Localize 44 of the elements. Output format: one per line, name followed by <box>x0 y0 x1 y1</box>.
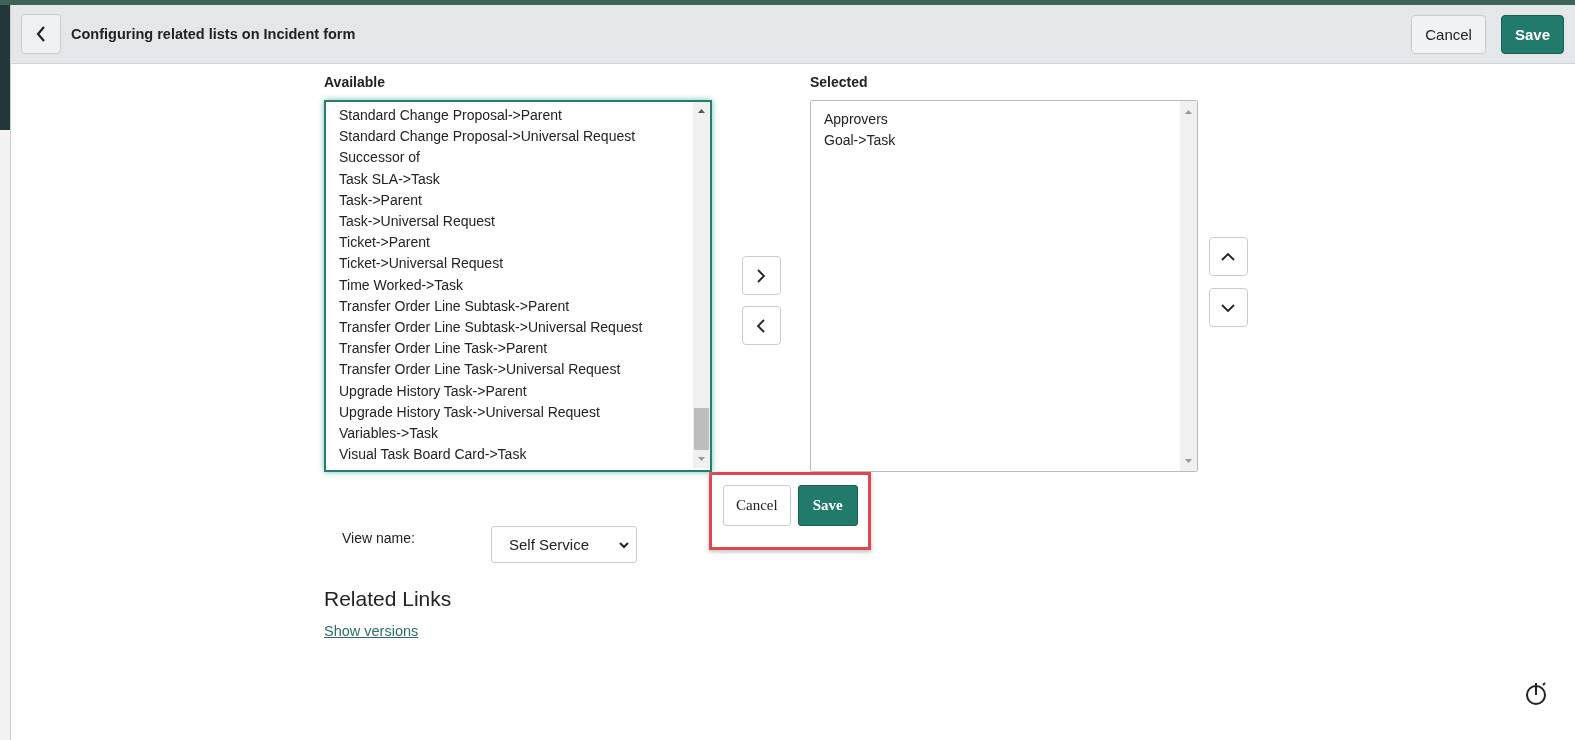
list-option[interactable]: Visual Task Board Card->Task <box>339 444 693 466</box>
list-option[interactable]: Ticket->Parent <box>339 232 693 254</box>
available-list[interactable] <box>324 100 712 472</box>
list-option[interactable]: Transfer Order Line Task->Parent <box>339 338 693 360</box>
stopwatch-icon[interactable] <box>1524 680 1548 706</box>
list-option[interactable]: Standard Change Proposal->Parent <box>339 105 693 127</box>
list-option[interactable]: Goal->Task <box>824 130 1180 152</box>
list-option[interactable]: Time Worked->Task <box>339 274 693 296</box>
list-option[interactable]: Task->Universal Request <box>339 211 693 233</box>
view-name-select[interactable]: Self Service <box>491 526 637 563</box>
show-versions-link[interactable]: Show versions <box>324 623 419 639</box>
cancel-button[interactable]: Cancel <box>723 485 791 526</box>
add-button[interactable] <box>741 256 781 295</box>
move-up-button[interactable] <box>1208 237 1248 276</box>
chevron-down-icon <box>1220 301 1236 314</box>
chevron-down-icon <box>618 540 630 549</box>
list-option[interactable]: Transfer Order Line Subtask->Universal Request <box>339 317 693 339</box>
list-option[interactable]: Upgrade History Task->Parent <box>339 380 693 402</box>
chevron-right-icon <box>755 267 767 284</box>
list-option[interactable]: Upgrade History Task->Universal Request <box>339 401 693 424</box>
list-option[interactable]: Standard Change Proposal->Universal Request <box>339 126 693 148</box>
list-option[interactable]: Approvers <box>824 109 1180 131</box>
list-option[interactable]: Transfer Order Line Subtask->Parent <box>339 295 693 318</box>
remove-button[interactable] <box>741 306 781 345</box>
list-option[interactable]: Transfer Order Line Task->Universal Request <box>339 359 693 381</box>
list-option[interactable]: Variables->Task <box>339 423 693 445</box>
back-button[interactable] <box>21 14 61 54</box>
list-option[interactable]: Task SLA->Task <box>339 168 693 190</box>
list-option[interactable]: Successor of <box>339 147 693 169</box>
view-name-label: View name: <box>342 529 416 548</box>
selected-label: Selected <box>810 74 869 92</box>
chevron-left-icon <box>35 25 47 43</box>
list-option[interactable]: Task->Parent <box>339 189 693 211</box>
move-down-button[interactable] <box>1208 288 1248 327</box>
available-label: Available <box>324 74 386 92</box>
chevron-left-icon <box>755 317 767 334</box>
list-option[interactable]: Ticket->Universal Request <box>339 253 693 275</box>
cancel-button[interactable]: Cancel <box>1411 14 1486 54</box>
selected-list[interactable]: Approvers Goal->Task <box>810 100 1198 472</box>
save-button[interactable]: Save <box>797 485 858 526</box>
save-button[interactable]: Save <box>1500 14 1564 54</box>
form-title: Configuring related lists on Incident form <box>71 26 356 42</box>
related-links-heading: Related Links <box>324 587 453 611</box>
chevron-up-icon <box>1220 250 1236 263</box>
